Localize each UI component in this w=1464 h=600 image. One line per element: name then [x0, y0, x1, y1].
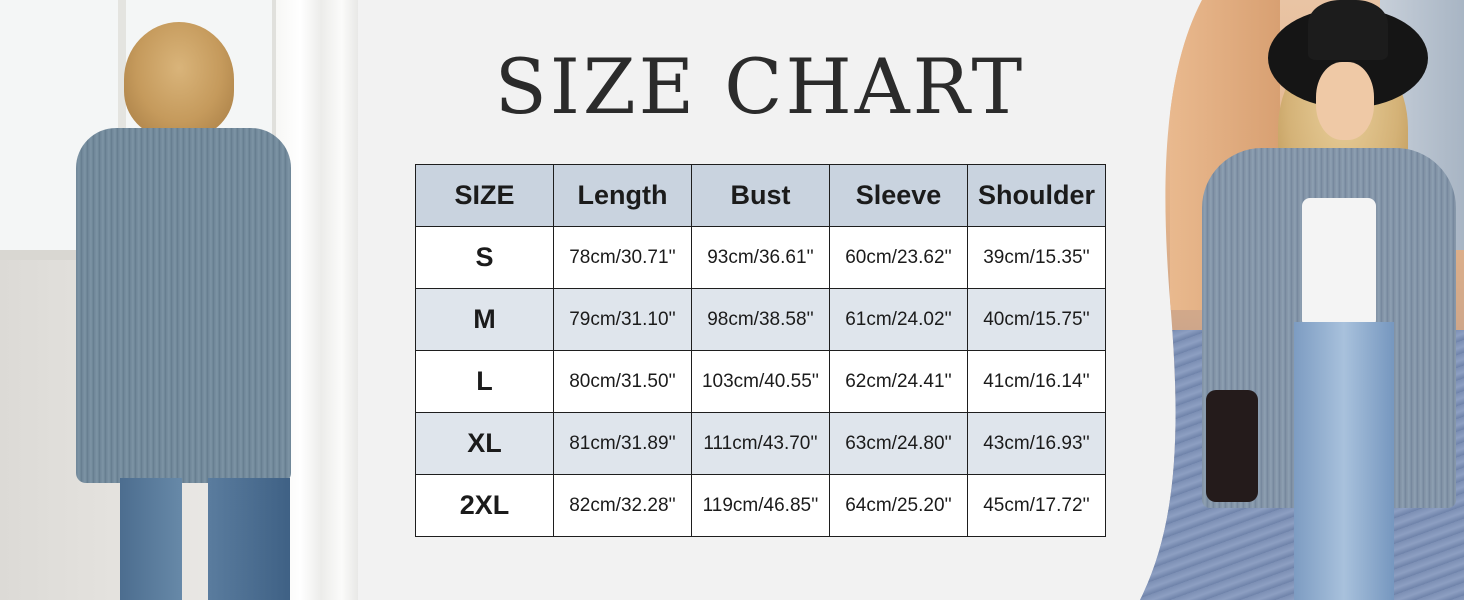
- bust-cell: 111cm/43.70'': [691, 412, 830, 475]
- table-row: 2XL 82cm/32.28'' 119cm/46.85'' 64cm/25.2…: [415, 474, 1106, 537]
- model-hair: [124, 22, 234, 137]
- bust-cell: 103cm/40.55'': [691, 350, 830, 413]
- sleeve-cell: 61cm/24.02'': [829, 288, 968, 351]
- sleeve-cell: 64cm/25.20'': [829, 474, 968, 537]
- sleeve-cell: 63cm/24.80'': [829, 412, 968, 475]
- shoulder-cell: 41cm/16.14'': [967, 350, 1106, 413]
- size-cell: S: [415, 226, 554, 289]
- shoulder-cell: 40cm/15.75'': [967, 288, 1106, 351]
- jeans: [1294, 322, 1394, 600]
- size-cell: XL: [415, 412, 554, 475]
- model-back-photo: [0, 0, 358, 600]
- header-shoulder: Shoulder: [967, 164, 1106, 227]
- cardigan-back: [76, 128, 291, 483]
- bust-cell: 98cm/38.58'': [691, 288, 830, 351]
- size-cell: L: [415, 350, 554, 413]
- size-cell: 2XL: [415, 474, 554, 537]
- table-row: L 80cm/31.50'' 103cm/40.55'' 62cm/24.41'…: [415, 350, 1106, 413]
- length-cell: 80cm/31.50'': [553, 350, 692, 413]
- model-front-photo: [1140, 0, 1464, 600]
- page-title: SIZE CHART: [494, 42, 1026, 131]
- length-cell: 79cm/31.10'': [553, 288, 692, 351]
- length-cell: 82cm/32.28'': [553, 474, 692, 537]
- shoulder-cell: 45cm/17.72'': [967, 474, 1106, 537]
- header-bust: Bust: [691, 164, 830, 227]
- bust-cell: 93cm/36.61'': [691, 226, 830, 289]
- table-row: S 78cm/30.71'' 93cm/36.61'' 60cm/23.62''…: [415, 226, 1106, 289]
- bust-cell: 119cm/46.85'': [691, 474, 830, 537]
- sleeve-cell: 60cm/23.62'': [829, 226, 968, 289]
- shoulder-cell: 39cm/15.35'': [967, 226, 1106, 289]
- size-cell: M: [415, 288, 554, 351]
- sleeve-cell: 62cm/24.41'': [829, 350, 968, 413]
- length-cell: 78cm/30.71'': [553, 226, 692, 289]
- size-chart-table: SIZE Length Bust Sleeve Shoulder S 78cm/…: [415, 164, 1106, 537]
- table-row: XL 81cm/31.89'' 111cm/43.70'' 63cm/24.80…: [415, 412, 1106, 475]
- length-cell: 81cm/31.89'': [553, 412, 692, 475]
- table-header-row: SIZE Length Bust Sleeve Shoulder: [415, 164, 1106, 227]
- table-row: M 79cm/31.10'' 98cm/38.58'' 61cm/24.02''…: [415, 288, 1106, 351]
- header-size: SIZE: [415, 164, 554, 227]
- header-sleeve: Sleeve: [829, 164, 968, 227]
- header-length: Length: [553, 164, 692, 227]
- handbag: [1206, 390, 1258, 502]
- shoulder-cell: 43cm/16.93'': [967, 412, 1106, 475]
